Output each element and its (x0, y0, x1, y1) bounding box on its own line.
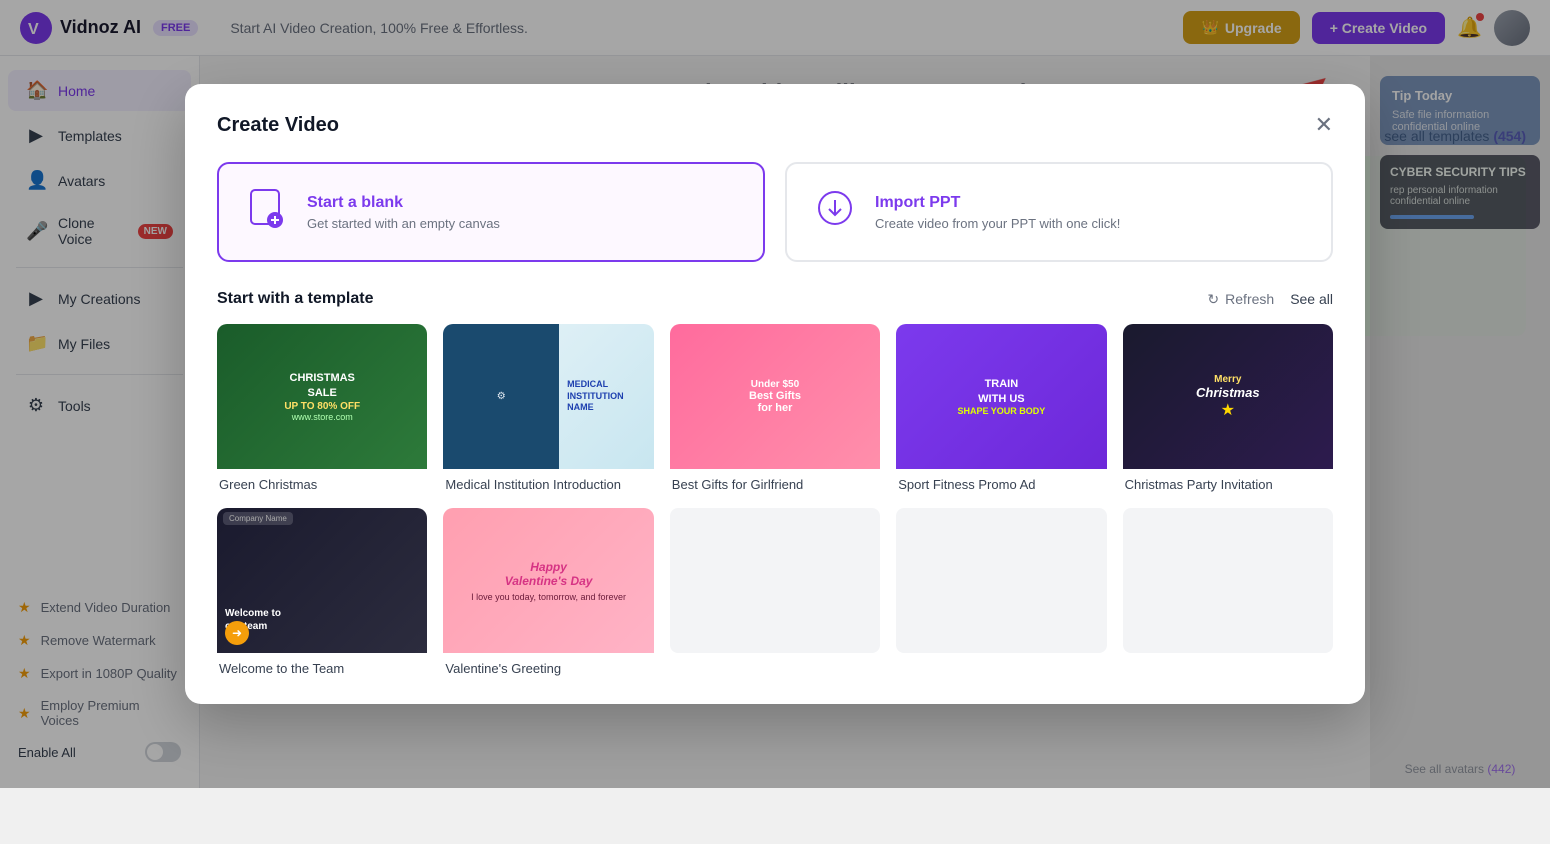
template-card-medical[interactable]: ⚙ MEDICALINSTITUTIONNAME Medical Institu… (443, 324, 653, 492)
modal-close-button[interactable]: ✕ (1315, 112, 1333, 138)
template-thumb-christmas2: Merry Christmas ★ (1123, 324, 1333, 469)
template-thumb-medical: ⚙ MEDICALINSTITUTIONNAME (443, 324, 653, 469)
templates-section-title: Start with a template (217, 290, 373, 308)
template-grid-row2: Company Name Welcome toour team ➜ Welcom… (217, 508, 1333, 676)
import-ppt-text: Import PPT Create video from your PPT wi… (875, 194, 1120, 231)
template-card-green-christmas[interactable]: CHRISTMASSALE UP TO 80% OFF www.store.co… (217, 324, 427, 492)
template-placeholder-4 (896, 508, 1106, 653)
import-ppt-description: Create video from your PPT with one clic… (875, 216, 1120, 231)
refresh-icon: ↻ (1207, 291, 1219, 308)
template-thumb-welcome: Company Name Welcome toour team ➜ (217, 508, 427, 653)
import-ppt-option[interactable]: Import PPT Create video from your PPT wi… (785, 162, 1333, 262)
create-options: Start a blank Get started with an empty … (217, 162, 1333, 262)
templates-actions: ↻ Refresh See all (1207, 291, 1333, 308)
template-name-christmas2: Christmas Party Invitation (1123, 477, 1333, 492)
modal-header: Create Video ✕ (217, 112, 1333, 138)
start-blank-text: Start a blank Get started with an empty … (307, 194, 500, 231)
template-thumb-gifts: Under $50 Best Giftsfor her (670, 324, 880, 469)
template-thumb-content: CHRISTMASSALE UP TO 80% OFF www.store.co… (276, 363, 368, 431)
blank-canvas-icon (243, 184, 291, 240)
start-blank-option[interactable]: Start a blank Get started with an empty … (217, 162, 765, 262)
template-name-green-christmas: Green Christmas (217, 477, 427, 492)
template-card-sport[interactable]: TRAINWITH US SHAPE YOUR BODY Sport Fitne… (896, 324, 1106, 492)
template-placeholder-5 (1123, 508, 1333, 653)
template-thumb-green-christmas: CHRISTMASSALE UP TO 80% OFF www.store.co… (217, 324, 427, 469)
template-thumb-valentine: HappyValentine's Day I love you today, t… (443, 508, 653, 653)
template-card-welcome[interactable]: Company Name Welcome toour team ➜ Welcom… (217, 508, 427, 676)
see-all-templates-modal-link[interactable]: See all (1290, 291, 1333, 307)
template-name-valentine: Valentine's Greeting (443, 661, 653, 676)
template-name-gifts: Best Gifts for Girlfriend (670, 477, 880, 492)
modal-title: Create Video (217, 114, 339, 137)
template-grid-row1: CHRISTMASSALE UP TO 80% OFF www.store.co… (217, 324, 1333, 492)
template-placeholder-3 (670, 508, 880, 653)
template-name-medical: Medical Institution Introduction (443, 477, 653, 492)
start-blank-title: Start a blank (307, 194, 500, 212)
import-ppt-icon (811, 184, 859, 240)
import-ppt-title: Import PPT (875, 194, 1120, 212)
template-card-valentine[interactable]: HappyValentine's Day I love you today, t… (443, 508, 653, 676)
template-name-sport: Sport Fitness Promo Ad (896, 477, 1106, 492)
create-video-modal: Create Video ✕ Start a blank Get started… (185, 84, 1365, 704)
modal-overlay[interactable]: Create Video ✕ Start a blank Get started… (0, 0, 1550, 788)
templates-section-header: Start with a template ↻ Refresh See all (217, 290, 1333, 308)
template-name-welcome: Welcome to the Team (217, 661, 427, 676)
template-card-gifts[interactable]: Under $50 Best Giftsfor her Best Gifts f… (670, 324, 880, 492)
start-blank-description: Get started with an empty canvas (307, 216, 500, 231)
refresh-button[interactable]: ↻ Refresh (1207, 291, 1274, 308)
template-card-christmas2[interactable]: Merry Christmas ★ Christmas Party Invita… (1123, 324, 1333, 492)
template-thumb-sport: TRAINWITH US SHAPE YOUR BODY (896, 324, 1106, 469)
